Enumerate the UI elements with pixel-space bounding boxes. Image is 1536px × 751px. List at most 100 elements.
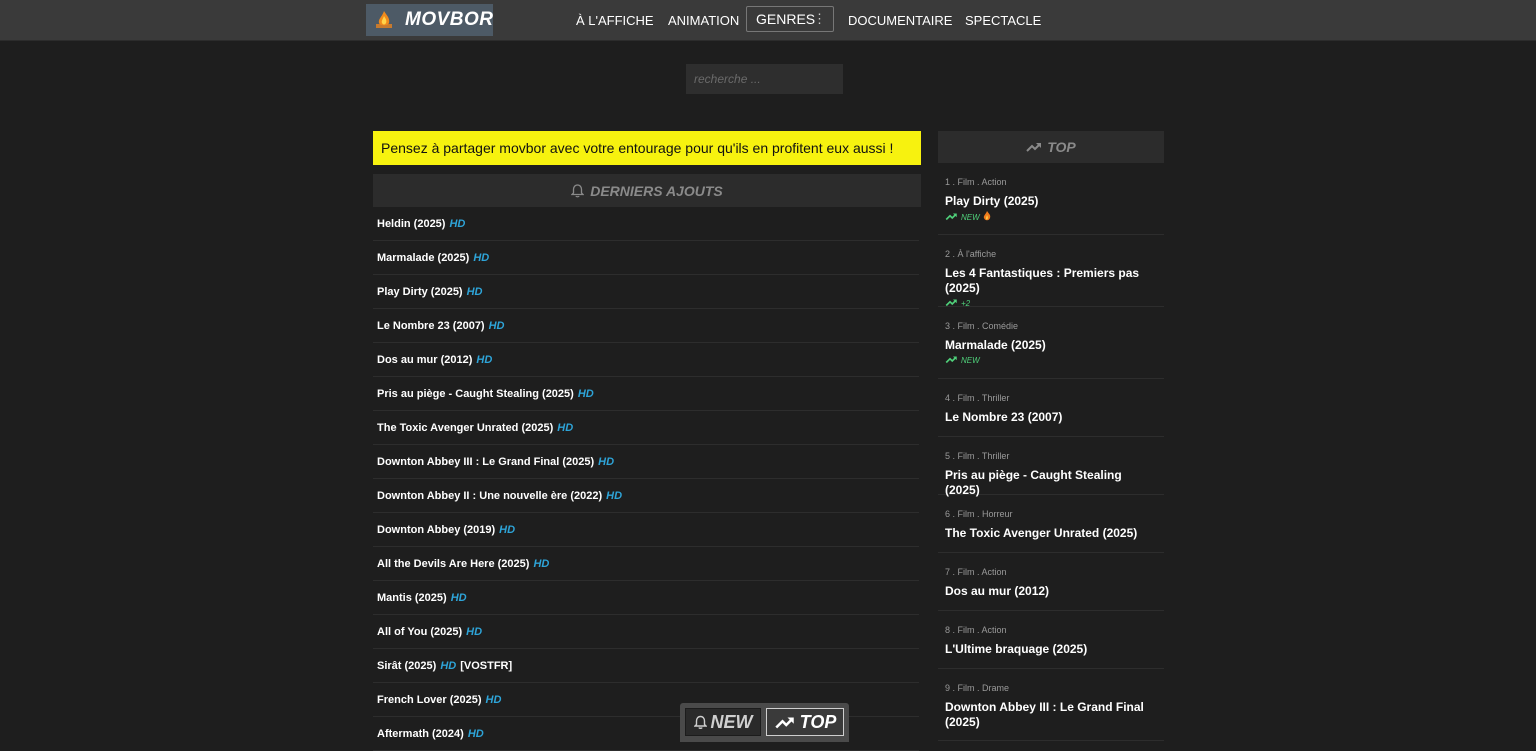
hd-quality-badge: HD bbox=[473, 251, 490, 264]
movie-title: Sirât (2025) bbox=[377, 659, 437, 672]
top-list-item[interactable]: 1 . Film . Action Play Dirty (2025) NEW bbox=[938, 163, 1164, 235]
trend-badge-label: +2 bbox=[961, 299, 971, 308]
hd-quality-badge: HD bbox=[499, 523, 516, 536]
hd-quality-badge: HD bbox=[476, 353, 493, 366]
top-list-item[interactable]: 4 . Film . Thriller Le Nombre 23 (2007) bbox=[938, 379, 1164, 437]
trend-badge-label: NEW bbox=[961, 212, 980, 222]
movie-title: Aftermath (2024) bbox=[377, 727, 464, 740]
site-logo[interactable]: MOVBOR bbox=[366, 4, 493, 36]
trending-up-icon bbox=[945, 355, 958, 366]
top-item-meta: 8 . Film . Action bbox=[945, 625, 1007, 635]
movie-title: All of You (2025) bbox=[377, 625, 463, 638]
movie-title: Downton Abbey (2019) bbox=[377, 523, 496, 536]
nav-item-affiche-label: À L'AFFICHE bbox=[576, 12, 654, 28]
trending-up-icon bbox=[945, 298, 958, 309]
trending-up-icon bbox=[1026, 143, 1042, 152]
top-item-title[interactable]: Dos au mur (2012) bbox=[945, 584, 1157, 599]
latest-list-item[interactable]: Le Nombre 23 (2007) HD bbox=[373, 309, 919, 343]
top-item-meta: 2 . À l'affiche bbox=[945, 249, 997, 259]
top-item-title[interactable]: Marmalade (2025) bbox=[945, 338, 1157, 353]
hd-quality-badge: HD bbox=[466, 285, 483, 298]
movie-title: Downton Abbey III : Le Grand Final (2025… bbox=[377, 455, 595, 468]
top-list-item[interactable]: 8 . Film . Action L'Ultime braquage (2025… bbox=[938, 611, 1164, 669]
top-item-meta: 7 . Film . Action bbox=[945, 567, 1007, 577]
movie-title: Play Dirty (2025) bbox=[377, 285, 463, 298]
movie-title: The Toxic Avenger Unrated (2025) bbox=[377, 421, 554, 434]
nav-item-animation[interactable]: ANIMATION bbox=[668, 0, 739, 40]
latest-list-item[interactable]: Downton Abbey II : Une nouvelle ère (202… bbox=[373, 479, 919, 513]
latest-list-item[interactable]: All of You (2025) HD bbox=[373, 615, 919, 649]
nav-item-affiche[interactable]: À L'AFFICHE bbox=[576, 0, 654, 40]
latest-list-item[interactable]: Sirât (2025) HD [VOSTFR] bbox=[373, 649, 919, 683]
top-item-title[interactable]: Le Nombre 23 (2007) bbox=[945, 410, 1157, 425]
top-item-title[interactable]: L'Ultime braquage (2025) bbox=[945, 642, 1157, 657]
latest-list-item[interactable]: Downton Abbey III : Le Grand Final (2025… bbox=[373, 445, 919, 479]
top-item-title[interactable]: Pris au piège - Caught Stealing (2025) bbox=[945, 468, 1157, 498]
genres-dropdown-button[interactable]: GENRES ⋮ bbox=[746, 6, 834, 32]
latest-list-item[interactable]: Downton Abbey (2019) HD bbox=[373, 513, 919, 547]
movie-title: All the Devils Are Here (2025) bbox=[377, 557, 530, 570]
search-input[interactable] bbox=[686, 64, 843, 94]
top-list-item[interactable]: 9 . Film . Drame Downton Abbey III : Le G… bbox=[938, 669, 1164, 741]
trend-badge: NEW bbox=[945, 355, 1157, 366]
movie-title: Downton Abbey II : Une nouvelle ère (202… bbox=[377, 489, 603, 502]
top-item-meta: 1 . Film . Action bbox=[945, 177, 1007, 187]
latest-list: Heldin (2025) HD Marmalade (2025) HD Play Di… bbox=[373, 207, 919, 751]
logo-text: MOVBOR bbox=[405, 9, 494, 30]
hd-quality-badge: HD bbox=[440, 659, 457, 672]
top-list-item[interactable]: 2 . À l'affiche Les 4 Fantastiques : Prem… bbox=[938, 235, 1164, 309]
movie-title: Mantis (2025) bbox=[377, 591, 447, 604]
hd-quality-badge: HD bbox=[598, 455, 615, 468]
top-list-item[interactable]: 7 . Film . Action Dos au mur (2012) bbox=[938, 553, 1164, 611]
latest-list-item[interactable]: Mantis (2025) HD bbox=[373, 581, 919, 615]
trending-up-icon bbox=[945, 212, 958, 223]
nav-item-animation-label: ANIMATION bbox=[668, 12, 740, 28]
latest-list-item[interactable]: All the Devils Are Here (2025) HD bbox=[373, 547, 919, 581]
trend-badge-label: NEW bbox=[961, 356, 980, 365]
top-navbar: MOVBOR À L'AFFICHE ANIMATION GENRES ⋮ DO… bbox=[0, 0, 1536, 41]
bell-icon bbox=[693, 715, 707, 729]
movie-title: Le Nombre 23 (2007) bbox=[377, 319, 485, 332]
nav-item-documentaire[interactable]: DOCUMENTAIRE bbox=[848, 0, 952, 40]
latest-section-header: DERNIERS AJOUTS bbox=[373, 174, 921, 207]
nav-item-spectacle[interactable]: SPECTACLE bbox=[965, 0, 1041, 40]
language-tag: [VOSTFR] bbox=[460, 659, 513, 672]
top-item-title[interactable]: Play Dirty (2025) bbox=[945, 194, 1157, 209]
hd-quality-badge: HD bbox=[488, 319, 505, 332]
top-button[interactable]: TOP bbox=[766, 708, 844, 736]
hd-quality-badge: HD bbox=[533, 557, 550, 570]
hd-quality-badge: HD bbox=[577, 387, 594, 400]
latest-list-item[interactable]: Play Dirty (2025) HD bbox=[373, 275, 919, 309]
hd-quality-badge: HD bbox=[450, 591, 467, 604]
top-item-title[interactable]: Downton Abbey III : Le Grand Final (2025… bbox=[945, 700, 1157, 730]
top-list-item[interactable]: 5 . Film . Thriller Pris au piège - Caugh… bbox=[938, 437, 1164, 498]
bottom-floating-nav: NEW TOP bbox=[680, 703, 849, 742]
top-item-meta: 4 . Film . Thriller bbox=[945, 393, 1010, 403]
latest-list-item[interactable]: Heldin (2025) HD bbox=[373, 207, 919, 241]
top-button-label: TOP bbox=[799, 711, 837, 732]
latest-list-item[interactable]: Dos au mur (2012) HD bbox=[373, 343, 919, 377]
top-item-title[interactable]: Les 4 Fantastiques : Premiers pas (2025) bbox=[945, 266, 1157, 296]
movie-title: Heldin (2025) bbox=[377, 217, 446, 230]
latest-list-item[interactable]: Pris au piège - Caught Stealing (2025) HD bbox=[373, 377, 919, 411]
latest-list-item[interactable]: Marmalade (2025) HD bbox=[373, 241, 919, 275]
top-section-title: TOP bbox=[1047, 139, 1076, 155]
fire-icon bbox=[983, 211, 991, 223]
top-item-title[interactable]: The Toxic Avenger Unrated (2025) bbox=[945, 526, 1157, 541]
trending-up-icon bbox=[775, 717, 794, 728]
bell-icon bbox=[571, 183, 585, 197]
new-button[interactable]: NEW bbox=[685, 708, 761, 736]
top-item-meta: 3 . Film . Comédie bbox=[945, 321, 1019, 331]
top-sidebar: TOP 1 . Film . Action Play Dirty (2025) NE… bbox=[938, 131, 1164, 741]
hd-quality-badge: HD bbox=[485, 693, 502, 706]
movie-title: Pris au piège - Caught Stealing (2025) bbox=[377, 387, 574, 400]
top-list-item[interactable]: 3 . Film . Comédie Marmalade (2025) NEW bbox=[938, 307, 1164, 379]
top-list-item[interactable]: 6 . Film . Horreur The Toxic Avenger Unra… bbox=[938, 495, 1164, 553]
top-item-meta: 9 . Film . Drame bbox=[945, 683, 1010, 693]
genres-label: GENRES bbox=[756, 11, 816, 27]
hd-quality-badge: HD bbox=[449, 217, 466, 230]
latest-list-item[interactable]: The Toxic Avenger Unrated (2025) HD bbox=[373, 411, 919, 445]
hd-quality-badge: HD bbox=[557, 421, 574, 434]
movie-title: Dos au mur (2012) bbox=[377, 353, 473, 366]
share-banner-text: Pensez à partager movbor avec votre ento… bbox=[381, 140, 894, 156]
